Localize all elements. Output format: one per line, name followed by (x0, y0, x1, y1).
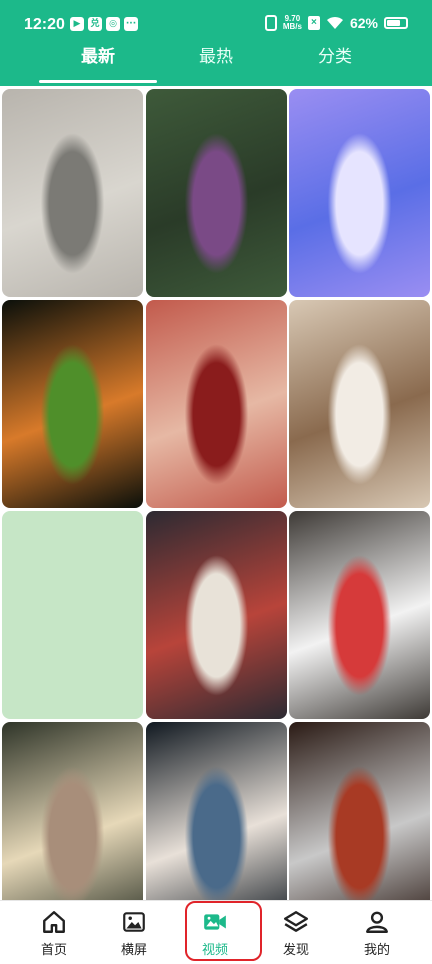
notification-icons: ▶ 兑 ◎ ··· (70, 17, 138, 31)
layers-icon (283, 911, 309, 932)
nav-home-label: 首页 (40, 943, 67, 958)
vibrate-icon (264, 15, 277, 31)
video-thumbnail[interactable] (2, 89, 143, 297)
network-speed: 9.70 MB/s (283, 15, 302, 31)
battery-percent: 62% (349, 15, 378, 31)
video-thumbnail[interactable] (146, 722, 287, 900)
video-app-notification-icon: ▶ (70, 17, 84, 31)
coupon-app-notification-icon: 兑 (88, 17, 102, 31)
video-thumbnail[interactable] (2, 511, 143, 719)
tab-latest[interactable]: 最新 (39, 42, 157, 67)
tab-hottest[interactable]: 最热 (157, 42, 275, 67)
tab-categories[interactable]: 分类 (276, 42, 394, 67)
video-thumbnail[interactable] (146, 511, 287, 719)
video-thumbnail[interactable] (289, 722, 430, 900)
no-sim-icon: × (307, 16, 320, 30)
video-icon (204, 914, 226, 930)
video-thumbnail[interactable] (146, 89, 287, 297)
nav-home[interactable]: 首页 (19, 907, 89, 961)
active-tab-indicator (39, 80, 157, 83)
video-thumbnail[interactable] (2, 300, 143, 508)
nav-discover[interactable]: 发现 (261, 907, 331, 961)
person-icon (366, 911, 388, 933)
status-time: 12:20 (24, 16, 65, 33)
video-thumbnail[interactable] (2, 722, 143, 900)
nav-landscape[interactable]: 横屏 (99, 907, 169, 961)
more-notifications-icon: ··· (124, 17, 138, 31)
video-thumbnail[interactable] (289, 89, 430, 297)
nav-profile[interactable]: 我的 (342, 907, 412, 961)
video-thumbnail[interactable] (289, 300, 430, 508)
nav-landscape-label: 横屏 (120, 943, 147, 958)
video-grid (2, 88, 430, 900)
nav-discover-label: 发现 (282, 943, 309, 958)
nav-video[interactable]: 视频 (180, 907, 250, 961)
video-thumbnail[interactable] (289, 511, 430, 719)
battery-icon (384, 17, 408, 29)
image-icon (123, 912, 145, 932)
network-speed-unit: MB/s (282, 22, 302, 31)
browser-app-notification-icon: ◎ (106, 17, 120, 31)
wifi-icon (326, 16, 344, 30)
nav-profile-label: 我的 (363, 943, 390, 958)
status-right: 9.70 MB/s × 62% (264, 15, 408, 31)
bottom-nav: 首页 横屏 视频 发现 我的 (0, 900, 432, 964)
app-header: 12:20 ▶ 兑 ◎ ··· 9.70 MB/s × 62% 最新 最热 分类 (0, 0, 432, 86)
home-icon (43, 911, 65, 933)
top-tabs: 最新 最热 分类 (0, 38, 432, 86)
video-thumbnail[interactable] (146, 300, 287, 508)
nav-video-label: 视频 (201, 943, 228, 958)
